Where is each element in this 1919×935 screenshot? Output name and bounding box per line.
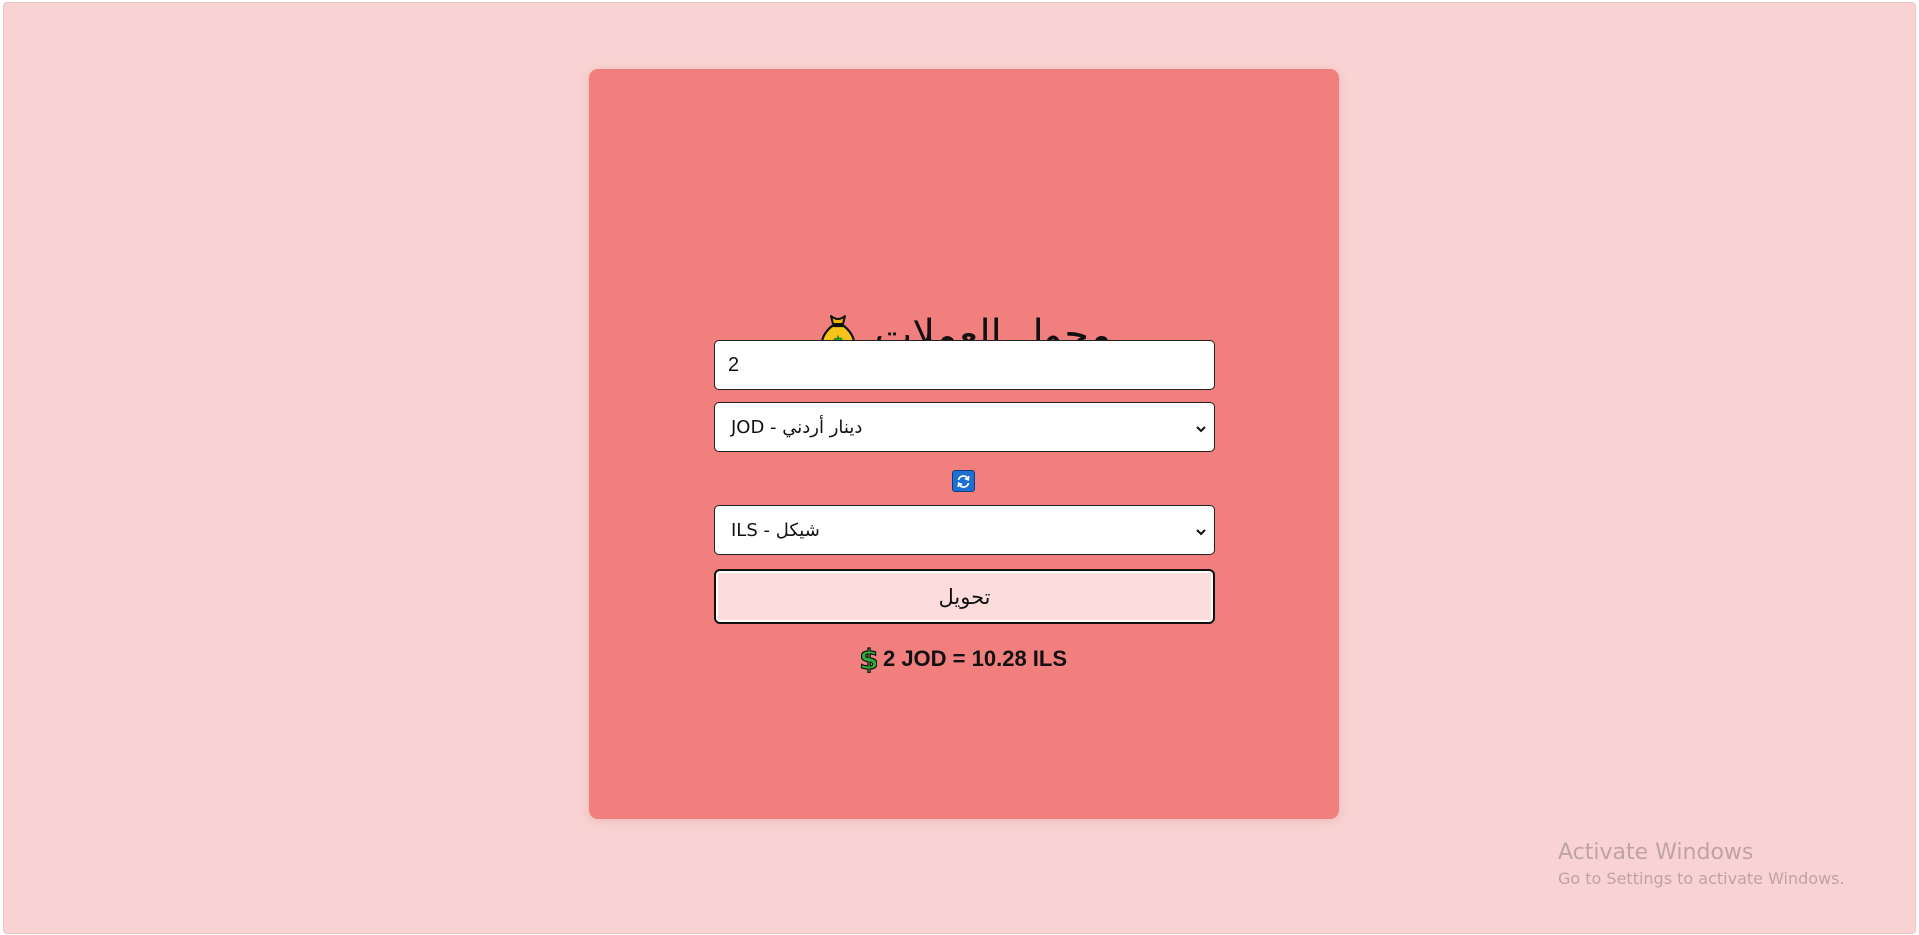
- converter-card: $ محول العملات JOD - دينار أردني: [589, 69, 1339, 819]
- convert-button[interactable]: تحويل: [714, 569, 1215, 624]
- dollar-icon: $: [859, 642, 880, 676]
- svg-text:$: $: [861, 645, 877, 673]
- chevron-down-icon: [1194, 420, 1208, 434]
- amount-input[interactable]: [714, 340, 1215, 390]
- result-text: 2 JOD = 10.28 ILS: [882, 646, 1068, 671]
- to-currency-value: ILS - شيكل: [731, 519, 820, 541]
- watermark-title: Activate Windows: [1558, 840, 1754, 865]
- activate-windows-watermark: Activate Windows Go to Settings to activ…: [1558, 839, 1845, 891]
- chevron-down-icon: [1194, 523, 1208, 537]
- conversion-result: $ 2 JOD = 10.28 ILS: [589, 642, 1339, 676]
- to-currency-select[interactable]: ILS - شيكل: [714, 505, 1215, 555]
- swap-arrows-icon: [955, 473, 972, 490]
- convert-button-label: تحويل: [938, 584, 991, 609]
- watermark-subtitle: Go to Settings to activate Windows.: [1558, 869, 1845, 888]
- from-currency-select[interactable]: JOD - دينار أردني: [714, 402, 1215, 452]
- swap-currencies-button[interactable]: [952, 470, 975, 492]
- page-background: $ محول العملات JOD - دينار أردني: [4, 3, 1915, 933]
- from-currency-value: JOD - دينار أردني: [731, 416, 863, 438]
